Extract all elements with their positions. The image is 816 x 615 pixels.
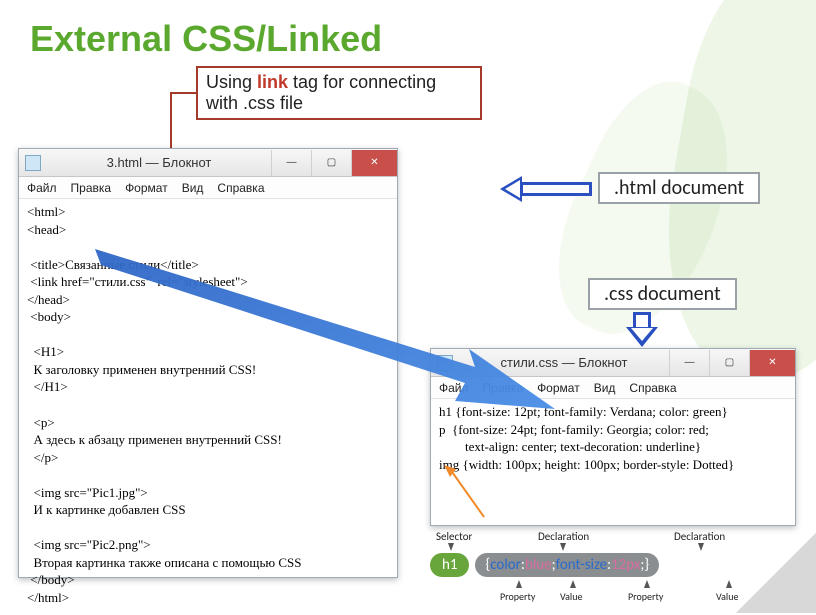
label-value: Value <box>560 590 582 603</box>
brace: } <box>644 556 649 574</box>
editor-body[interactable]: h1 {font-size: 12pt; font-family: Verdan… <box>431 399 795 481</box>
editor-body[interactable]: <html> <head> <title>Связанные стили</ti… <box>19 199 397 615</box>
slide-title: External CSS/Linked <box>30 18 382 60</box>
menu-item[interactable]: Вид <box>594 381 616 395</box>
pointer-icon <box>726 580 732 588</box>
close-button[interactable]: ✕ <box>749 350 795 376</box>
maximize-button[interactable]: ▢ <box>311 150 351 176</box>
menu-item[interactable]: Формат <box>537 381 580 395</box>
menu-item[interactable]: Файл <box>27 181 57 195</box>
notepad-window-html: 3.html — Блокнот — ▢ ✕ Файл Правка Форма… <box>18 148 398 578</box>
window-title: 3.html — Блокнот <box>47 155 271 170</box>
pointer-icon <box>570 580 576 588</box>
menu-item[interactable]: Правка <box>71 181 112 195</box>
menu-item[interactable]: Файл <box>439 381 469 395</box>
menu-item[interactable]: Правка <box>483 381 524 395</box>
arrow-to-html-window <box>500 176 592 202</box>
notepad-window-css: стили.css — Блокнот — ▢ ✕ Файл Правка Фо… <box>430 348 796 526</box>
menu-item[interactable]: Справка <box>217 181 264 195</box>
label-property: Property <box>628 590 663 603</box>
minimize-button[interactable]: — <box>271 150 311 176</box>
maximize-button[interactable]: ▢ <box>709 350 749 376</box>
close-button[interactable]: ✕ <box>351 150 397 176</box>
pointer-icon <box>560 543 566 551</box>
menu-bar: Файл Правка Формат Вид Справка <box>431 377 795 399</box>
label-value: Value <box>716 590 738 603</box>
css-syntax-diagram: Selector Declaration Declaration h1 { co… <box>430 530 800 608</box>
pointer-icon <box>516 580 522 588</box>
menu-item[interactable]: Справка <box>629 381 676 395</box>
callout-emphasis: link <box>257 72 288 92</box>
declaration-pill: { color:blue; font-size:12px; } <box>475 553 659 577</box>
pointer-icon <box>448 543 454 551</box>
label-declaration: Declaration <box>538 530 589 543</box>
connector-line <box>170 92 196 94</box>
pointer-icon <box>644 580 650 588</box>
property-token: color <box>490 556 521 574</box>
label-declaration: Declaration <box>674 530 725 543</box>
label-css-document: .css document <box>588 278 737 310</box>
menu-item[interactable]: Вид <box>182 181 204 195</box>
app-icon <box>437 355 453 371</box>
callout-link-tag: Using link tag for connecting with .css … <box>196 66 482 120</box>
pointer-icon <box>698 543 704 551</box>
arrow-to-css-window <box>626 312 658 348</box>
minimize-button[interactable]: — <box>669 350 709 376</box>
label-selector: Selector <box>436 530 472 543</box>
selector-pill: h1 <box>430 553 469 577</box>
value-token: 12px <box>611 556 640 574</box>
window-titlebar: 3.html — Блокнот — ▢ ✕ <box>19 149 397 177</box>
callout-text: Using <box>206 72 257 92</box>
label-html-document: .html document <box>598 172 760 204</box>
window-titlebar: стили.css — Блокнот — ▢ ✕ <box>431 349 795 377</box>
value-token: blue <box>525 556 552 574</box>
label-property: Property <box>500 590 535 603</box>
app-icon <box>25 155 41 171</box>
menu-item[interactable]: Формат <box>125 181 168 195</box>
property-token: font-size <box>556 556 607 574</box>
window-title: стили.css — Блокнот <box>459 355 669 370</box>
menu-bar: Файл Правка Формат Вид Справка <box>19 177 397 199</box>
